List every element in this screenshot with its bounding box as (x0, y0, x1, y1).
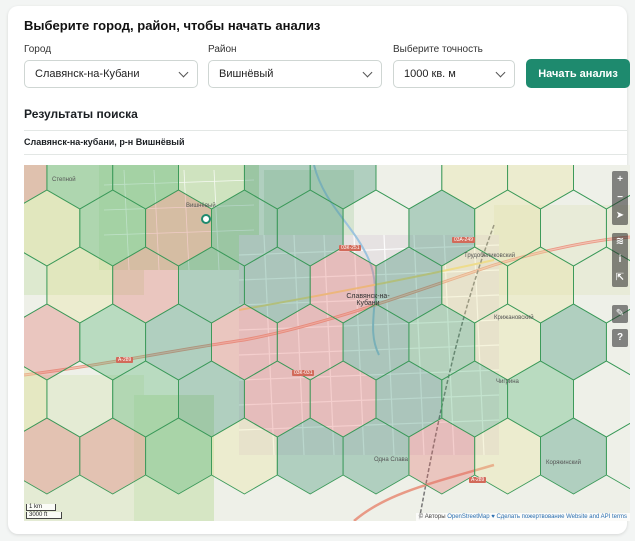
map-label-city: Славянск-на-Кубани (346, 293, 390, 307)
district-label: Район (208, 44, 237, 55)
precision-select[interactable]: 1000 кв. м (393, 60, 515, 88)
city-select[interactable]: Славянск-на-Кубани (24, 60, 198, 88)
map-label-koryakinsky: Корякинский (546, 460, 581, 466)
district-select-value: Вишнёвый (219, 68, 274, 80)
note-controls: ✎ (612, 305, 628, 323)
map-label-trudobelikovsky: Трудобеликовский (464, 253, 516, 259)
analysis-card: Выберите город, район, чтобы начать анал… (8, 6, 630, 534)
road-badge: А-289 (116, 357, 134, 363)
osm-link[interactable]: OpenStreetMap (447, 514, 489, 520)
scale-km: 1 km (26, 504, 56, 511)
start-analysis-button[interactable]: Начать анализ (526, 59, 630, 88)
query-icon[interactable]: ? (612, 329, 628, 347)
chevron-down-icon (362, 67, 373, 78)
map-base (24, 165, 630, 521)
info-icon[interactable]: i (612, 251, 628, 269)
terms-link[interactable]: Website and API terms (566, 514, 627, 520)
scale-ft: 3000 ft (26, 512, 62, 519)
map-label-chigrina: Чигрина (496, 379, 519, 385)
results-location: Славянск-на-кубани, р-н Вишнёвый (24, 137, 185, 147)
city-label: Город (24, 44, 52, 55)
map-view[interactable]: Степной Вишнёвый Славянск-на-Кубани Труд… (24, 165, 630, 521)
map-label-odna-slava: Одна Слава (374, 457, 408, 463)
divider (24, 154, 627, 155)
note-icon[interactable]: ✎ (612, 305, 628, 323)
city-select-value: Славянск-на-Кубани (35, 68, 140, 80)
map-label-steppe: Степной (52, 177, 76, 183)
map-scale: 1 km 3000 ft (26, 503, 62, 519)
share-icon[interactable]: ⇱ (612, 269, 628, 287)
locate-icon[interactable]: ➤ (612, 207, 628, 225)
location-marker-icon[interactable] (201, 214, 211, 224)
chevron-down-icon (495, 67, 506, 78)
attrib-authors: © Авторы (418, 514, 446, 520)
page-title: Выберите город, район, чтобы начать анал… (24, 18, 321, 33)
chevron-down-icon (178, 67, 189, 78)
road-badge: 03А-249 (452, 237, 475, 243)
road-badge: 03К-031 (292, 370, 315, 376)
map-label-vishnevy: Вишнёвый (186, 203, 216, 209)
layers-icon[interactable]: ≋ (612, 233, 628, 251)
zoom-out-button[interactable]: − (612, 189, 628, 207)
zoom-in-button[interactable]: + (612, 171, 628, 189)
donate-link[interactable]: ♥ Сделать пожертвование (491, 514, 564, 520)
district-select[interactable]: Вишнёвый (208, 60, 382, 88)
precision-label: Выберите точность (393, 44, 483, 55)
divider (24, 130, 627, 131)
layer-controls: ≋ i ⇱ (612, 233, 628, 287)
road-badge: 03К-251 (339, 245, 362, 251)
results-title: Результаты поиска (24, 107, 138, 121)
query-controls: ? (612, 329, 628, 347)
zoom-controls: + − ➤ (612, 171, 628, 225)
precision-select-value: 1000 кв. м (404, 68, 456, 80)
map-attribution: © Авторы OpenStreetMap ♥ Сделать пожертв… (415, 513, 630, 521)
map-label-krizhanovsky: Крижановский (494, 315, 534, 321)
road-badge: А-289 (469, 477, 487, 483)
